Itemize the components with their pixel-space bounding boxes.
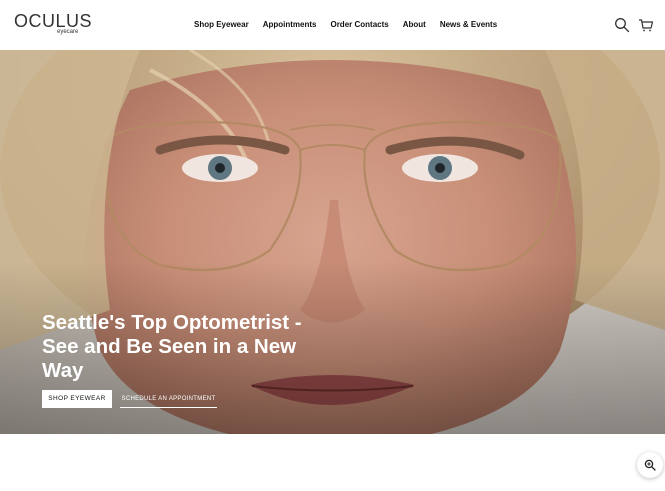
cart-icon[interactable] (638, 17, 654, 33)
search-icon[interactable] (614, 17, 630, 33)
hero-banner: Seattle's Top Optometrist - See and Be S… (0, 50, 665, 434)
brand-sub: eyecare (57, 29, 79, 35)
zoom-icon (644, 459, 656, 471)
nav-shop-eyewear[interactable]: Shop Eyewear (194, 19, 249, 33)
page: OCULUS eyecare Shop Eyewear Appointments… (0, 0, 665, 491)
site-header: OCULUS eyecare Shop Eyewear Appointments… (0, 0, 665, 50)
nav-about[interactable]: About (403, 19, 426, 33)
main-nav: Shop Eyewear Appointments Order Contacts… (194, 19, 511, 33)
schedule-appointment-button[interactable]: SCHEDULE AN APPOINTMENT (120, 390, 217, 408)
brand-name: OCULUS (14, 11, 93, 31)
zoom-button[interactable] (637, 452, 663, 478)
nav-news-events[interactable]: News & Events (440, 19, 497, 33)
shop-eyewear-button[interactable]: SHOP EYEWEAR (42, 390, 112, 408)
nav-order-contacts[interactable]: Order Contacts (330, 19, 388, 33)
brand-logo[interactable]: OCULUS eyecare (14, 12, 92, 36)
hero-title: Seattle's Top Optometrist - See and Be S… (42, 311, 302, 382)
nav-appointments[interactable]: Appointments (263, 19, 317, 33)
